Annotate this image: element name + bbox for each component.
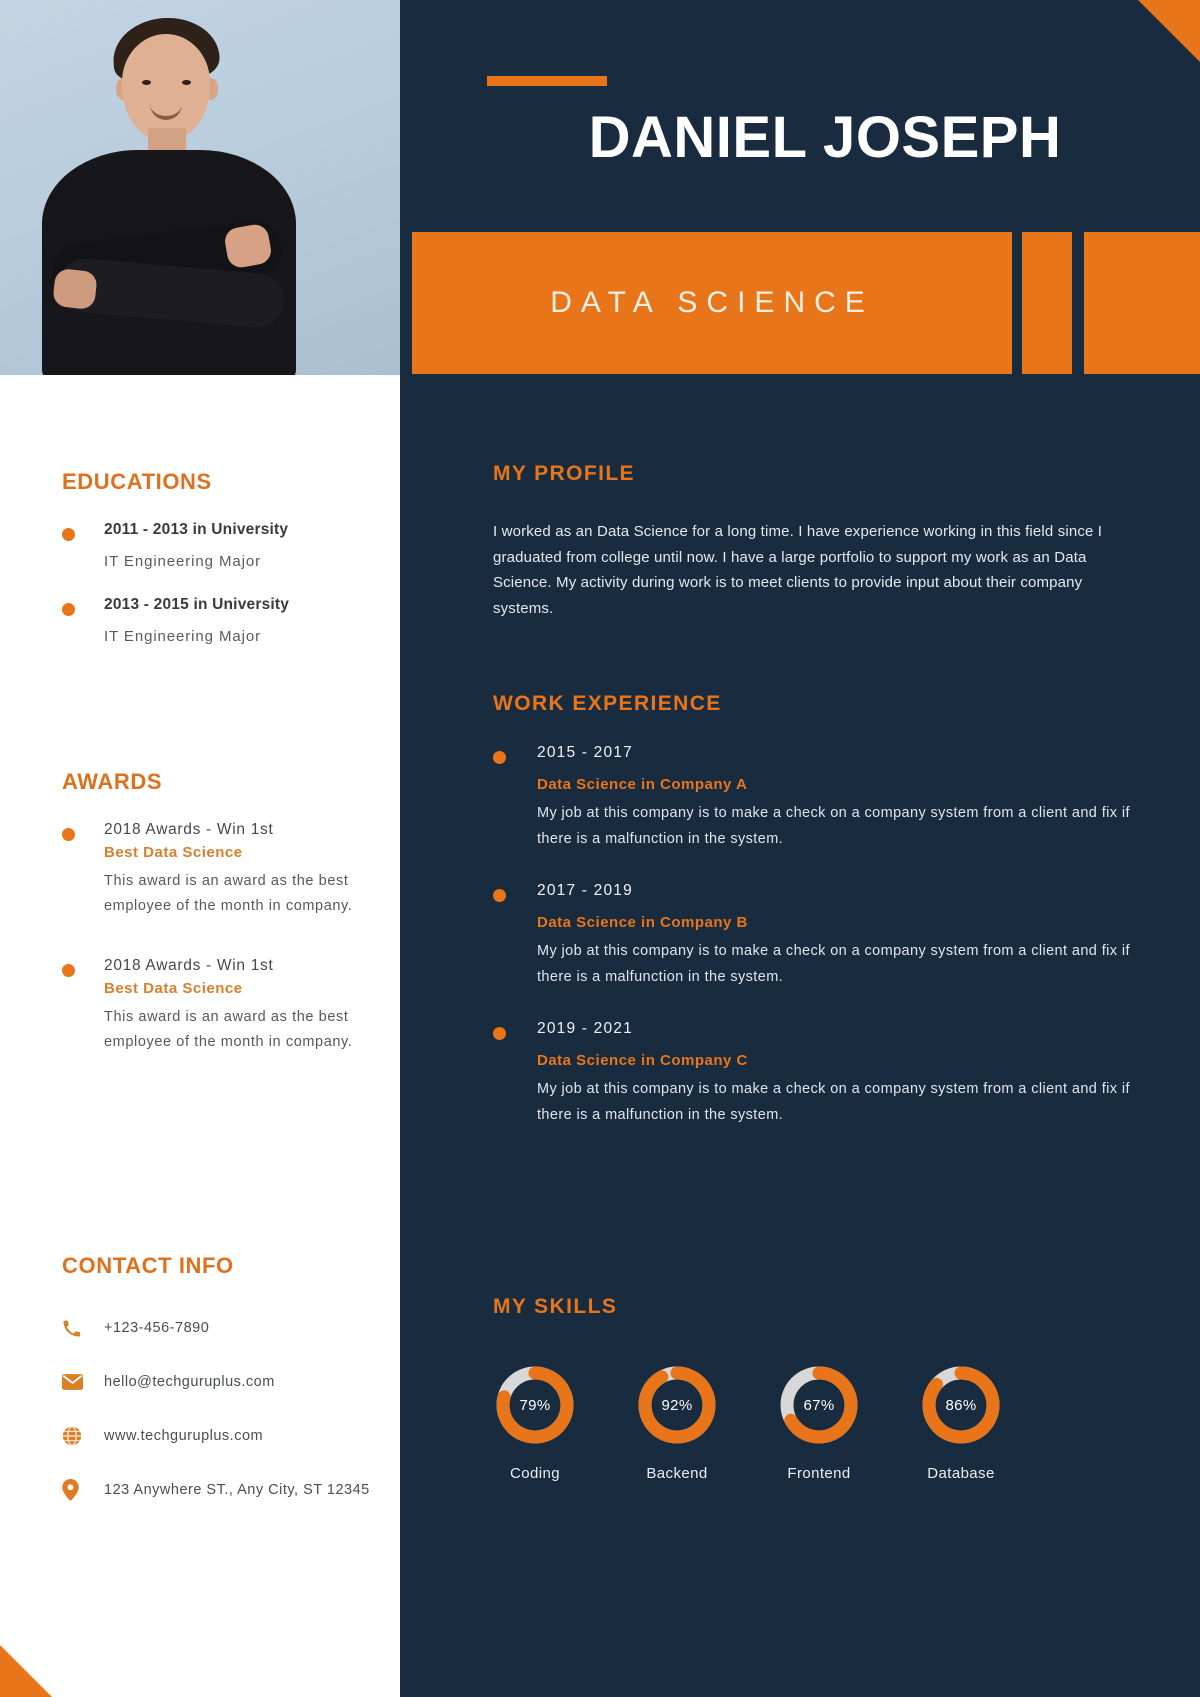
main-panel: DANIEL JOSEPH DATA SCIENCE MY PROFILE I … bbox=[400, 0, 1200, 1697]
profile-photo bbox=[0, 0, 400, 375]
work-role: Data Science in Company A bbox=[537, 776, 748, 793]
phone-icon bbox=[62, 1317, 86, 1339]
skill-percent-value: 79% bbox=[519, 1396, 551, 1414]
portrait-eye-right bbox=[182, 80, 191, 85]
corner-triangle-decoration bbox=[1138, 0, 1200, 62]
skill-percent-value: 92% bbox=[661, 1396, 693, 1414]
profile-heading: MY PROFILE bbox=[493, 462, 635, 485]
award-description: This award is an award as the best emplo… bbox=[104, 1009, 353, 1050]
donut-chart-icon: 67% bbox=[777, 1363, 861, 1447]
award-description: This award is an award as the best emplo… bbox=[104, 873, 353, 914]
skill-label: Coding bbox=[510, 1465, 560, 1482]
contact-row-phone[interactable]: +123-456-7890 bbox=[62, 1317, 392, 1339]
skill-label: Database bbox=[927, 1465, 995, 1482]
work-description: My job at this company is to make a chec… bbox=[537, 1081, 1130, 1123]
skill-percent-value: 67% bbox=[803, 1396, 835, 1414]
work-range: 2019 - 2021 bbox=[537, 1020, 633, 1037]
page-title: DANIEL JOSEPH bbox=[588, 105, 1062, 170]
website-value: www.techguruplus.com bbox=[104, 1428, 264, 1444]
awards-section: AWARDS 2018 Awards - Win 1st Best Data S… bbox=[62, 769, 372, 1055]
sidebar: EDUCATIONS 2011 - 2013 in University IT … bbox=[0, 0, 400, 1697]
portrait-hand-right bbox=[52, 267, 98, 311]
donut-chart-icon: 79% bbox=[493, 1363, 577, 1447]
educations-section: EDUCATIONS 2011 - 2013 in University IT … bbox=[62, 469, 372, 645]
work-experience-list: 2015 - 2017 Data Science in Company A My… bbox=[493, 744, 1133, 1128]
portrait-eye-left bbox=[142, 80, 151, 85]
bullet-icon bbox=[493, 889, 506, 902]
bullet-icon bbox=[62, 603, 75, 616]
contact-row-website[interactable]: www.techguruplus.com bbox=[62, 1425, 392, 1447]
role-label: DATA SCIENCE bbox=[550, 286, 874, 319]
sidebar-content: EDUCATIONS 2011 - 2013 in University IT … bbox=[0, 375, 400, 1697]
education-range: 2013 - 2015 in University bbox=[104, 596, 290, 613]
profile-section: MY PROFILE I worked as an Data Science f… bbox=[493, 462, 1133, 621]
skill-gauge: 86% Database bbox=[919, 1363, 1003, 1482]
globe-icon bbox=[62, 1425, 86, 1447]
role-banner: DATA SCIENCE bbox=[412, 232, 1012, 374]
work-role: Data Science in Company C bbox=[537, 1052, 748, 1069]
contact-info-heading: CONTACT INFO bbox=[62, 1253, 234, 1278]
email-value: hello@techguruplus.com bbox=[104, 1374, 275, 1390]
work-item: 2019 - 2021 Data Science in Company C My… bbox=[493, 1020, 1133, 1128]
education-range: 2011 - 2013 in University bbox=[104, 521, 289, 538]
work-range: 2015 - 2017 bbox=[537, 744, 633, 761]
award-item: 2018 Awards - Win 1st Best Data Science … bbox=[62, 957, 372, 1055]
skill-percent-value: 86% bbox=[945, 1396, 977, 1414]
work-description: My job at this company is to make a chec… bbox=[537, 943, 1130, 985]
education-item: 2011 - 2013 in University IT Engineering… bbox=[62, 521, 372, 570]
donut-chart-icon: 92% bbox=[635, 1363, 719, 1447]
award-line: 2018 Awards - Win 1st bbox=[104, 821, 274, 838]
bullet-icon bbox=[62, 528, 75, 541]
name-underline-decoration bbox=[487, 76, 607, 86]
resume-page: EDUCATIONS 2011 - 2013 in University IT … bbox=[0, 0, 1200, 1697]
work-experience-heading: WORK EXPERIENCE bbox=[493, 692, 722, 715]
education-major: IT Engineering Major bbox=[104, 628, 261, 645]
location-pin-icon bbox=[62, 1479, 86, 1501]
work-role: Data Science in Company B bbox=[537, 914, 748, 931]
work-item: 2017 - 2019 Data Science in Company B My… bbox=[493, 882, 1133, 990]
work-item: 2015 - 2017 Data Science in Company A My… bbox=[493, 744, 1133, 852]
bottom-corner-triangle-decoration bbox=[0, 1645, 52, 1697]
award-title: Best Data Science bbox=[104, 844, 243, 861]
award-line: 2018 Awards - Win 1st bbox=[104, 957, 274, 974]
contact-row-address[interactable]: 123 Anywhere ST., Any City, ST 12345 bbox=[62, 1479, 392, 1501]
award-title: Best Data Science bbox=[104, 980, 243, 997]
role-banner-stripe-1 bbox=[1022, 232, 1072, 374]
work-range: 2017 - 2019 bbox=[537, 882, 633, 899]
bullet-icon bbox=[62, 964, 75, 977]
awards-heading: AWARDS bbox=[62, 769, 163, 794]
profile-text: I worked as an Data Science for a long t… bbox=[493, 523, 1103, 617]
portrait-head bbox=[122, 34, 210, 140]
education-major: IT Engineering Major bbox=[104, 553, 261, 570]
education-item: 2013 - 2015 in University IT Engineering… bbox=[62, 596, 372, 645]
educations-heading: EDUCATIONS bbox=[62, 469, 212, 494]
address-value: 123 Anywhere ST., Any City, ST 12345 bbox=[104, 1482, 370, 1498]
award-item: 2018 Awards - Win 1st Best Data Science … bbox=[62, 821, 372, 919]
bullet-icon bbox=[62, 828, 75, 841]
email-icon bbox=[62, 1371, 86, 1393]
skills-section: MY SKILLS 79% Coding 92% Backend 67% Frontend… bbox=[493, 1295, 1133, 1482]
skills-chart-row: 79% Coding 92% Backend 67% Frontend 86% Databas… bbox=[493, 1363, 1133, 1482]
donut-chart-icon: 86% bbox=[919, 1363, 1003, 1447]
phone-value: +123-456-7890 bbox=[104, 1320, 210, 1336]
work-description: My job at this company is to make a chec… bbox=[537, 805, 1130, 847]
skill-label: Backend bbox=[646, 1465, 708, 1482]
role-banner-stripe-2 bbox=[1084, 232, 1200, 374]
skill-gauge: 67% Frontend bbox=[777, 1363, 861, 1482]
bullet-icon bbox=[493, 751, 506, 764]
contact-row-email[interactable]: hello@techguruplus.com bbox=[62, 1371, 392, 1393]
skill-gauge: 79% Coding bbox=[493, 1363, 577, 1482]
skills-heading: MY SKILLS bbox=[493, 1295, 618, 1318]
bullet-icon bbox=[493, 1027, 506, 1040]
contact-info-section: CONTACT INFO +123-456-7890 hello@techgur… bbox=[62, 1253, 392, 1501]
skill-label: Frontend bbox=[787, 1465, 851, 1482]
work-experience-section: WORK EXPERIENCE 2015 - 2017 Data Science… bbox=[493, 692, 1133, 1158]
skill-gauge: 92% Backend bbox=[635, 1363, 719, 1482]
